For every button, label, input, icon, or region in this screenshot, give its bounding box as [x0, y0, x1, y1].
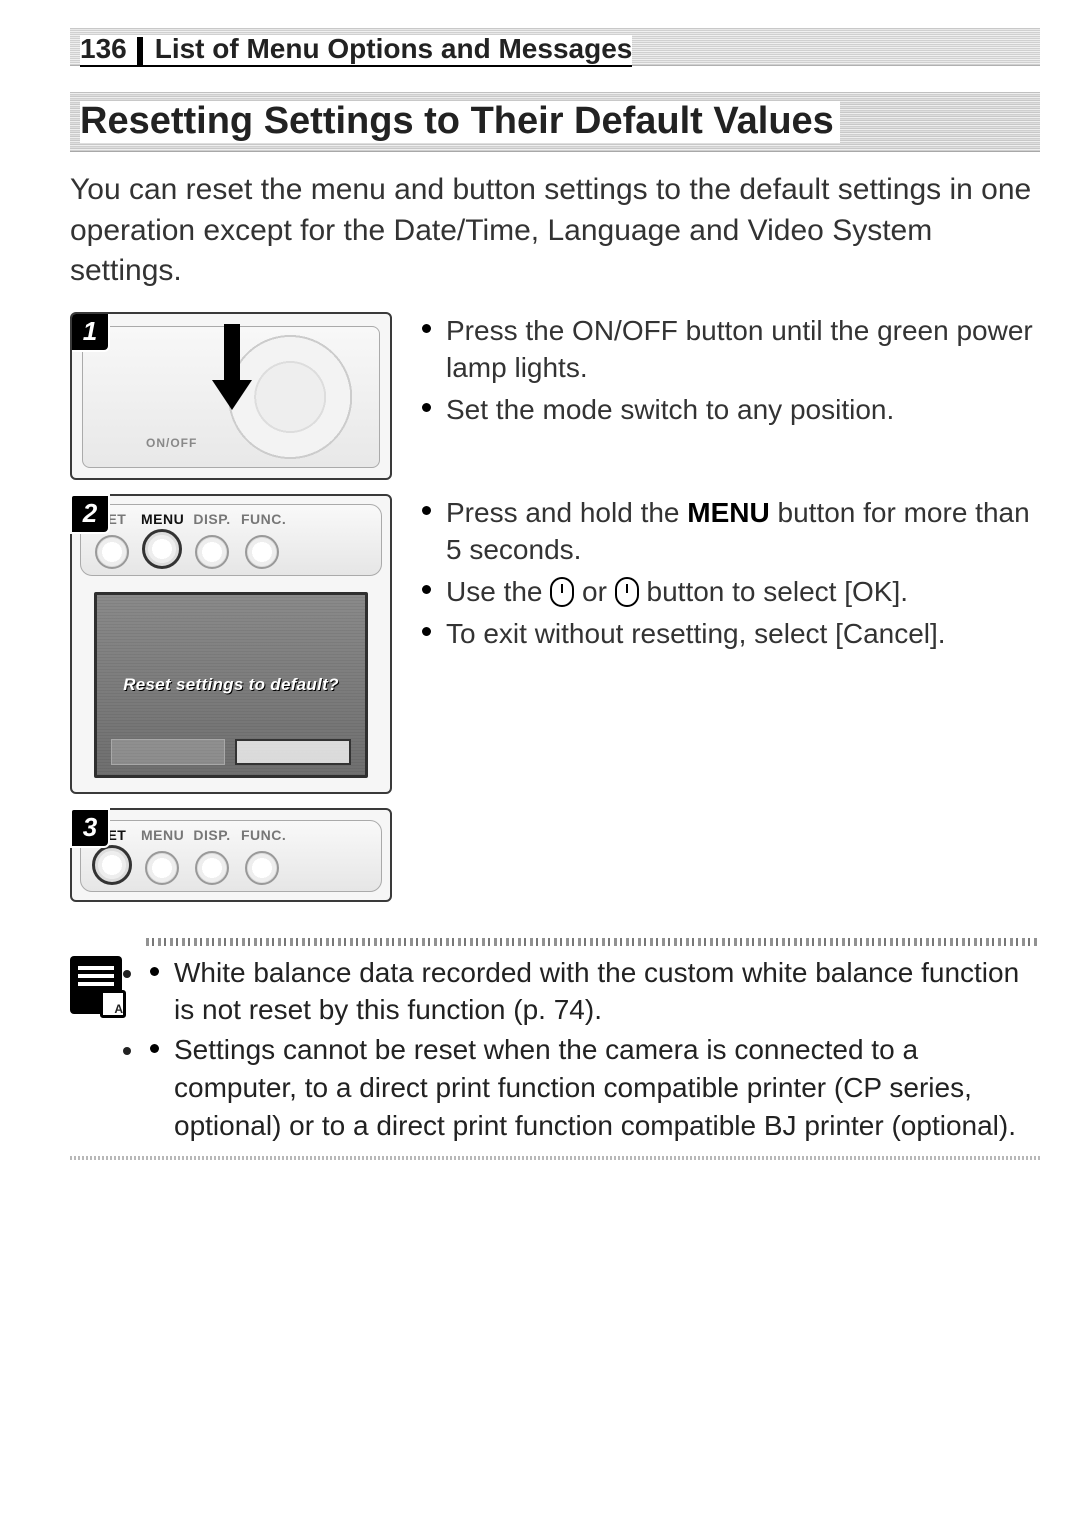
step-badge: 1: [70, 312, 110, 352]
page-header: 136 List of Menu Options and Messages: [70, 28, 1040, 66]
screen-options: [111, 739, 351, 765]
bullet: Press and hold the MENU button for more …: [420, 494, 1040, 570]
note-block: A White balance data recorded with the c…: [70, 938, 1040, 1161]
ctrl-label-func: FUNC.: [241, 827, 283, 843]
step-2-figure-wrap: 2 SET MENU DISP. FUNC. Reset settings to…: [70, 494, 392, 794]
ctrl-label-disp: DISP.: [191, 827, 233, 843]
section-title: List of Menu Options and Messages: [155, 35, 633, 63]
ctrl-label-menu: MENU: [141, 511, 183, 527]
button-icon: [92, 845, 132, 885]
note-item: Settings cannot be reset when the camera…: [146, 1031, 1040, 1144]
topic-title-band: Resetting Settings to Their Default Valu…: [70, 92, 1040, 152]
step-number: 3: [72, 810, 108, 846]
text: Use the: [446, 576, 550, 607]
note-body: A White balance data recorded with the c…: [70, 954, 1040, 1147]
screen-option-cancel: [111, 739, 225, 765]
text: or: [574, 576, 614, 607]
bullet: To exit without resetting, select [Cance…: [420, 615, 1040, 653]
header-separator-icon: [137, 37, 143, 65]
manual-page: 136 List of Menu Options and Messages Re…: [0, 0, 1080, 1529]
right-button-icon: [615, 577, 639, 607]
bullet: Set the mode switch to any position.: [420, 391, 1040, 429]
step-number: 2: [72, 496, 108, 532]
step-3-figure-wrap: 3 SET MENU DISP. FUNC.: [70, 808, 392, 902]
bullet: Use the or button to select [OK].: [420, 573, 1040, 611]
note-list: White balance data recorded with the cus…: [146, 954, 1040, 1147]
control-strip: SET MENU DISP. FUNC.: [80, 820, 382, 892]
note-rule-bottom: [70, 1156, 1040, 1160]
step-badge: 2: [70, 494, 110, 534]
ctrl-label-menu: MENU: [141, 827, 183, 843]
left-button-icon: [550, 577, 574, 607]
header-text: 136 List of Menu Options and Messages: [80, 35, 632, 65]
steps: 1 ON/OFF Press the ON/OFF button until t…: [70, 312, 1040, 902]
step-number: 1: [72, 314, 108, 350]
step-1-figure: 1 ON/OFF: [70, 312, 392, 480]
step-1-text: Press the ON/OFF button until the green …: [392, 312, 1040, 433]
note-item: White balance data recorded with the cus…: [146, 954, 1040, 1030]
menu-strong: MENU: [687, 497, 769, 528]
step-1-bullets: Press the ON/OFF button until the green …: [420, 312, 1040, 429]
note-icon: A: [70, 956, 122, 1014]
page-number: 136: [80, 35, 127, 63]
note-rule-top: [146, 938, 1040, 946]
step-badge: 3: [70, 808, 110, 848]
control-strip: SET MENU DISP. FUNC.: [80, 504, 382, 576]
step-1: 1 ON/OFF Press the ON/OFF button until t…: [70, 312, 1040, 480]
text: button to select [OK].: [639, 576, 908, 607]
lcd-screen: Reset settings to default?: [94, 592, 368, 778]
button-icon: [142, 529, 182, 569]
step-1-figure-wrap: 1 ON/OFF: [70, 312, 392, 480]
screen-message: Reset settings to default?: [123, 675, 339, 695]
down-arrow-icon: [212, 324, 252, 416]
note-icon-letter: A: [114, 1002, 123, 1016]
bullet: Press the ON/OFF button until the green …: [420, 312, 1040, 388]
intro-paragraph: You can reset the menu and button settin…: [70, 170, 1040, 292]
topic-title: Resetting Settings to Their Default Valu…: [80, 101, 840, 143]
button-icon: [145, 851, 179, 885]
button-icon: [195, 851, 229, 885]
button-icon: [245, 535, 279, 569]
button-icon: [245, 851, 279, 885]
step-2: 2 SET MENU DISP. FUNC. Reset settings to…: [70, 494, 1040, 794]
ctrl-label-disp: DISP.: [191, 511, 233, 527]
ctrl-label-func: FUNC.: [241, 511, 283, 527]
text: Press and hold the: [446, 497, 687, 528]
button-icon: [95, 535, 129, 569]
step-3: 3 SET MENU DISP. FUNC.: [70, 808, 1040, 902]
onoff-label: ON/OFF: [146, 436, 197, 450]
step-3-figure: 3 SET MENU DISP. FUNC.: [70, 808, 392, 902]
screen-option-ok: [235, 739, 351, 765]
button-icon: [195, 535, 229, 569]
step-2-bullets: Press and hold the MENU button for more …: [420, 494, 1040, 653]
step-2-text: Press and hold the MENU button for more …: [392, 494, 1040, 657]
step-2-figure: 2 SET MENU DISP. FUNC. Reset settings to…: [70, 494, 392, 794]
